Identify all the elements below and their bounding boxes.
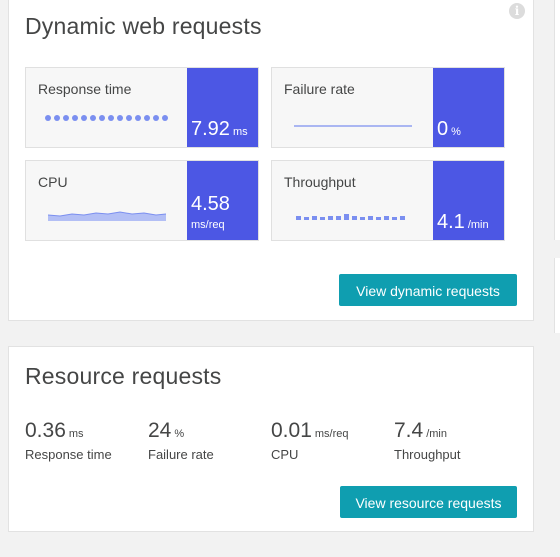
metric-value: 0.01	[271, 419, 312, 442]
tile-label: Failure rate	[284, 81, 355, 97]
tile-cpu[interactable]: CPU 4.58 ms/req	[25, 160, 259, 241]
tile-value: 0%	[437, 118, 461, 140]
adjacent-panel-edge	[554, 0, 560, 240]
metric-unit: /min	[426, 428, 447, 440]
metric-label: Failure rate	[148, 447, 214, 462]
view-dynamic-requests-button[interactable]: View dynamic requests	[339, 274, 517, 306]
metric-label: CPU	[271, 447, 299, 462]
metric-throughput: 7.4/min Throughput	[394, 419, 461, 462]
tile-value-box: 7.92 ms	[187, 68, 258, 147]
throughput-sparkline	[296, 214, 405, 220]
tile-value-box: 0%	[433, 68, 504, 147]
metric-failure-rate: 24% Failure rate	[148, 419, 214, 462]
metric-unit: %	[174, 428, 185, 440]
tile-value-box: 4.58 ms/req	[187, 161, 258, 240]
tile-label: Response time	[38, 81, 132, 97]
tile-failure-rate[interactable]: Failure rate 0%	[271, 67, 505, 148]
adjacent-panel-edge	[554, 258, 560, 333]
metric-value: 24	[148, 419, 172, 442]
response-time-sparkline	[45, 115, 168, 121]
dynamic-requests-panel: Dynamic web requests i Response time 7.9…	[8, 0, 534, 321]
tile-response-time[interactable]: Response time 7.92 ms	[25, 67, 259, 148]
failure-rate-sparkline	[294, 125, 412, 127]
tile-value-box: 4.1/min	[433, 161, 504, 240]
metric-response-time: 0.36 ms Response time	[25, 419, 112, 462]
cpu-sparkline	[48, 211, 166, 221]
tile-value: 7.92 ms	[191, 118, 248, 140]
view-resource-requests-button[interactable]: View resource requests	[340, 486, 517, 518]
dynamic-requests-title: Dynamic web requests	[25, 13, 262, 39]
tile-label: Throughput	[284, 174, 356, 190]
metric-unit: ms/req	[314, 428, 349, 440]
metric-cpu: 0.01 ms/req CPU	[271, 419, 349, 462]
metric-label: Response time	[25, 447, 112, 462]
metric-value: 7.4	[394, 419, 424, 442]
metric-unit: ms	[68, 428, 84, 440]
info-icon[interactable]: i	[509, 3, 525, 19]
metric-value: 0.36	[25, 419, 66, 442]
tile-unit: ms/req	[191, 219, 225, 231]
tile-throughput[interactable]: Throughput 4.1/min	[271, 160, 505, 241]
tile-value: 4.58	[191, 193, 230, 215]
resource-requests-title: Resource requests	[25, 363, 222, 389]
resource-requests-panel: Resource requests 0.36 ms Response time 2…	[8, 346, 534, 532]
metric-label: Throughput	[394, 447, 461, 462]
tile-value: 4.1/min	[437, 211, 489, 233]
tile-label: CPU	[38, 174, 68, 190]
